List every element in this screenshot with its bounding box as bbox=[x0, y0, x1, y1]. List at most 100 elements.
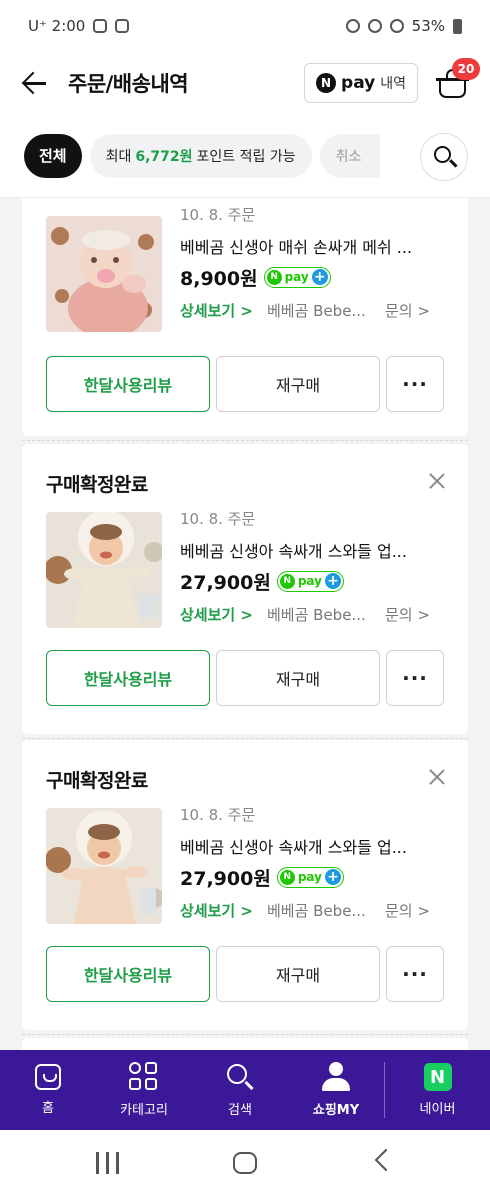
npay-plus-badge: N pay + bbox=[263, 266, 331, 288]
nav-label: 홈 bbox=[42, 1101, 54, 1116]
point-suffix: 포인트 적립 가능 bbox=[196, 148, 296, 165]
recent-apps-icon[interactable] bbox=[96, 1152, 120, 1174]
price-row: 27,900원 N pay + bbox=[180, 567, 450, 595]
link-row: 상세보기 > 베베곰 Bebe... 문의 > bbox=[180, 601, 450, 627]
instagram-icon bbox=[115, 19, 130, 33]
nav-home[interactable]: 홈 bbox=[0, 1050, 96, 1130]
product-thumbnail[interactable] bbox=[46, 808, 162, 924]
search-icon bbox=[225, 1062, 255, 1092]
alarm-icon bbox=[345, 19, 360, 33]
order-info: 10. 8. 주문 베베곰 신생아 속싸개 스와들 업... 27,900원 N… bbox=[180, 508, 450, 627]
order-card: 구매확정완료 10. 8. 주문 베베곰 신생아 속싸개 스와들 업... 27… bbox=[22, 740, 468, 1030]
npay-word: pay bbox=[341, 73, 376, 93]
product-price: 27,900원 bbox=[180, 867, 271, 890]
order-search-button[interactable] bbox=[420, 133, 468, 181]
order-list[interactable]: 10. 8. 주문 베베곰 신생아 매쉬 손싸개 메쉬 ... 8,900원 N… bbox=[0, 198, 490, 1050]
order-status: 구매확정완료 bbox=[46, 474, 148, 496]
more-options-button[interactable]: ··· bbox=[386, 946, 444, 1002]
seller-link[interactable]: 베베곰 Bebe... bbox=[267, 604, 375, 625]
npay-plus-badge: N pay + bbox=[276, 866, 344, 888]
detail-link[interactable]: 상세보기 > bbox=[180, 900, 253, 921]
nav-search[interactable]: 검색 bbox=[192, 1050, 288, 1130]
nav-category[interactable]: 카테고리 bbox=[96, 1050, 192, 1130]
system-nav-bar bbox=[0, 1130, 490, 1200]
product-name[interactable]: 베베곰 신생아 속싸개 스와들 업... bbox=[180, 834, 450, 858]
npay-plus-badge: N pay + bbox=[276, 570, 344, 592]
nav-label: 네이버 bbox=[419, 1102, 456, 1117]
rebuy-button[interactable]: 재구매 bbox=[216, 650, 380, 706]
monthly-review-button[interactable]: 한달사용리뷰 bbox=[46, 946, 210, 1002]
inquiry-link[interactable]: 문의 > bbox=[385, 604, 430, 625]
product-name[interactable]: 베베곰 신생아 속싸개 스와들 업... bbox=[180, 538, 450, 562]
status-bar: U⁺ 2:00 53% bbox=[0, 0, 490, 52]
home-button-icon[interactable] bbox=[233, 1152, 257, 1174]
filter-chip-points[interactable]: 최대 6,772원 포인트 적립 가능 bbox=[89, 133, 312, 178]
category-icon bbox=[129, 1062, 159, 1092]
order-card: 구매확정완료 10. 8. 주문 베베곰 신생아 속싸개 스와들 업... 27… bbox=[22, 444, 468, 734]
instagram-icon bbox=[93, 19, 108, 33]
nav-naver[interactable]: N 네이버 bbox=[385, 1050, 490, 1130]
link-row: 상세보기 > 베베곰 Bebe... 문의 > bbox=[180, 297, 450, 323]
monthly-review-button[interactable]: 한달사용리뷰 bbox=[46, 356, 210, 412]
status-left: U⁺ 2:00 bbox=[28, 17, 130, 35]
monthly-review-button[interactable]: 한달사용리뷰 bbox=[46, 650, 210, 706]
order-date: 10. 8. 주문 bbox=[180, 510, 256, 528]
order-date: 10. 8. 주문 bbox=[180, 206, 256, 224]
npay-n-icon: N bbox=[266, 269, 282, 285]
more-options-button[interactable]: ··· bbox=[386, 650, 444, 706]
rebuy-button[interactable]: 재구매 bbox=[216, 356, 380, 412]
seller-link[interactable]: 베베곰 Bebe... bbox=[267, 900, 375, 921]
plus-icon: + bbox=[324, 869, 341, 885]
system-back-icon[interactable] bbox=[374, 1148, 398, 1172]
plus-icon: + bbox=[324, 573, 341, 589]
product-price: 27,900원 bbox=[180, 571, 271, 594]
bottom-nav: 홈 카테고리 검색 쇼핑MY N 네이버 bbox=[0, 1050, 490, 1130]
nav-label: 검색 bbox=[228, 1103, 252, 1118]
close-icon[interactable] bbox=[428, 768, 446, 786]
back-arrow-icon[interactable] bbox=[20, 68, 50, 98]
npay-logo-icon: N bbox=[316, 73, 337, 93]
order-status: 구매확정완료 bbox=[46, 770, 148, 792]
nav-shopping-my[interactable]: 쇼핑MY bbox=[288, 1050, 384, 1130]
carrier-time: U⁺ 2:00 bbox=[28, 17, 86, 35]
more-options-button[interactable]: ··· bbox=[386, 356, 444, 412]
order-info: 10. 8. 주문 베베곰 신생아 매쉬 손싸개 메쉬 ... 8,900원 N… bbox=[180, 204, 450, 323]
detail-link[interactable]: 상세보기 > bbox=[180, 300, 253, 321]
status-right: 53% bbox=[345, 17, 462, 35]
inquiry-link[interactable]: 문의 > bbox=[385, 900, 430, 921]
point-prefix: 최대 bbox=[105, 148, 132, 165]
cart-button[interactable]: 20 bbox=[436, 58, 480, 100]
rebuy-button[interactable]: 재구매 bbox=[216, 946, 380, 1002]
order-card: 10. 8. 주문 베베곰 신생아 매쉬 손싸개 메쉬 ... 8,900원 N… bbox=[22, 198, 468, 436]
battery-percent: 53% bbox=[411, 17, 445, 35]
page-title: 주문/배송내역 bbox=[68, 72, 189, 96]
npay-n-icon: N bbox=[279, 869, 295, 885]
nav-label: 쇼핑MY bbox=[312, 1103, 360, 1118]
product-name[interactable]: 베베곰 신생아 매쉬 손싸개 메쉬 ... bbox=[180, 234, 450, 258]
product-price: 8,900원 bbox=[180, 267, 258, 290]
user-icon bbox=[321, 1062, 351, 1092]
point-amount: 6,772원 bbox=[135, 148, 193, 165]
nav-label: 카테고리 bbox=[120, 1103, 168, 1118]
link-row: 상세보기 > 베베곰 Bebe... 문의 > bbox=[180, 897, 450, 923]
filter-chip-all[interactable]: 전체 bbox=[24, 133, 82, 178]
seller-link[interactable]: 베베곰 Bebe... bbox=[267, 300, 375, 321]
card-divider bbox=[22, 1034, 468, 1035]
order-card bbox=[22, 1038, 468, 1050]
battery-icon bbox=[453, 18, 462, 34]
app-header: 주문/배송내역 N pay 내역 20 bbox=[0, 52, 490, 114]
npay-n-icon: N bbox=[279, 573, 295, 589]
product-thumbnail[interactable] bbox=[46, 216, 162, 332]
home-icon bbox=[35, 1064, 61, 1090]
inquiry-link[interactable]: 문의 > bbox=[385, 300, 430, 321]
product-thumbnail[interactable] bbox=[46, 512, 162, 628]
price-row: 8,900원 N pay + bbox=[180, 263, 450, 291]
filter-chip-cancel[interactable]: 취소 bbox=[319, 133, 380, 178]
wifi-icon bbox=[389, 19, 404, 33]
npay-history-button[interactable]: N pay 내역 bbox=[304, 63, 418, 103]
cart-count-badge: 20 bbox=[452, 58, 480, 80]
price-row: 27,900원 N pay + bbox=[180, 863, 450, 891]
close-icon[interactable] bbox=[428, 472, 446, 490]
naver-icon: N bbox=[423, 1063, 452, 1091]
detail-link[interactable]: 상세보기 > bbox=[180, 604, 253, 625]
